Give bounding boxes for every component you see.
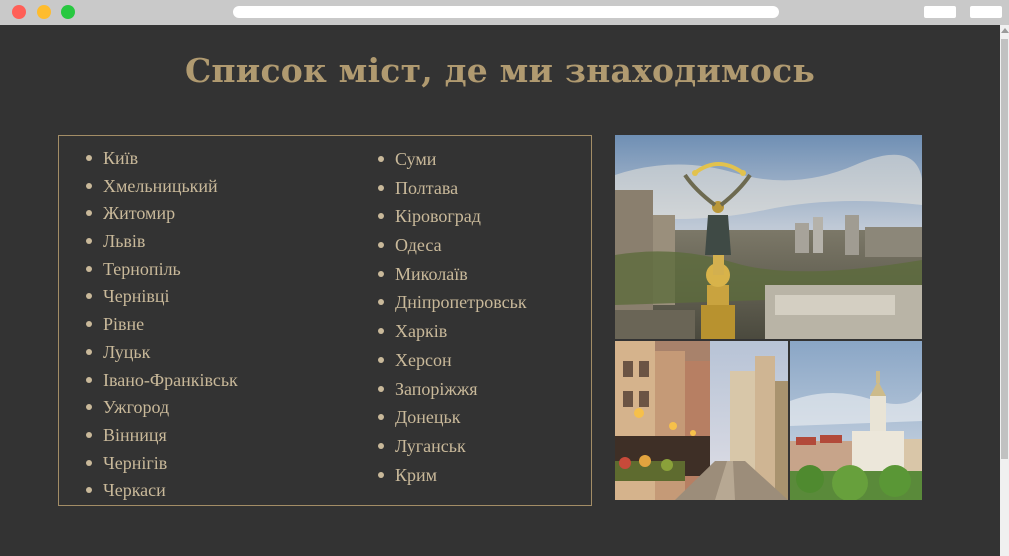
city-item: Хмельницький: [84, 176, 238, 204]
city-item: Миколаїв: [376, 264, 527, 293]
kyiv-independence-monument-photo: [615, 135, 922, 339]
city-list-box: Київ Хмельницький Житомир Львів Тернопіль Чер…: [58, 135, 592, 506]
city-list-column-1: Київ Хмельницький Житомир Львів Тернопіль Чер…: [84, 148, 238, 508]
toolbar-button[interactable]: [970, 6, 1002, 18]
city-item: Вінниця: [84, 425, 238, 453]
city-item: Запоріжжя: [376, 379, 527, 408]
city-item: Полтава: [376, 178, 527, 207]
city-item: Одеса: [376, 235, 527, 264]
city-item: Житомир: [84, 203, 238, 231]
city-item: Донецьк: [376, 407, 527, 436]
city-item: Луганськ: [376, 436, 527, 465]
city-list-column-2: Суми Полтава Кіровоград Одеса Миколаїв Дніпро…: [376, 149, 527, 493]
browser-toolbar: [0, 0, 1009, 25]
lviv-street-photo: [615, 341, 788, 500]
city-item: Київ: [84, 148, 238, 176]
city-item: Луцьк: [84, 342, 238, 370]
scroll-up-arrow-icon[interactable]: [1001, 28, 1009, 33]
toolbar-button[interactable]: [924, 6, 956, 18]
city-item: Дніпропетровськ: [376, 292, 527, 321]
city-item: Херсон: [376, 350, 527, 379]
city-item: Чернігів: [84, 453, 238, 481]
city-item: Тернопіль: [84, 259, 238, 287]
city-item: Суми: [376, 149, 527, 178]
page-content: Список міст, де ми знаходимось Київ Хмель…: [0, 25, 1000, 556]
city-item: Крим: [376, 465, 527, 494]
city-item: Рівне: [84, 314, 238, 342]
page-title: Список міст, де ми знаходимось: [184, 51, 816, 90]
scroll-thumb[interactable]: [1001, 39, 1008, 459]
maximize-window-button[interactable]: [61, 5, 75, 19]
city-item: Кіровоград: [376, 206, 527, 235]
close-window-button[interactable]: [12, 5, 26, 19]
city-item: Чернівці: [84, 286, 238, 314]
vertical-scrollbar[interactable]: [1000, 25, 1009, 556]
city-item: Львів: [84, 231, 238, 259]
city-item: Черкаси: [84, 480, 238, 508]
city-item: Ужгород: [84, 397, 238, 425]
minimize-window-button[interactable]: [37, 5, 51, 19]
city-item: Івано-Франківськ: [84, 370, 238, 398]
ivano-frankivsk-city-hall-photo: [790, 341, 922, 500]
city-item: Харків: [376, 321, 527, 350]
address-bar[interactable]: [233, 6, 779, 18]
